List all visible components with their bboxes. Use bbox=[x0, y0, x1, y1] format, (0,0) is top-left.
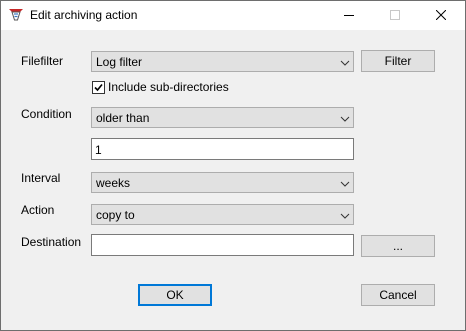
window-title: Edit archiving action bbox=[30, 8, 138, 22]
maximize-icon bbox=[390, 9, 400, 23]
chevron-down-icon bbox=[340, 113, 350, 123]
destination-input[interactable] bbox=[91, 234, 354, 256]
browse-destination-button[interactable]: ... bbox=[361, 235, 435, 257]
chevron-down-icon bbox=[340, 210, 350, 220]
checkmark-icon bbox=[94, 83, 103, 92]
title-bar[interactable]: Edit archiving action bbox=[1, 1, 465, 30]
interval-label: Interval bbox=[21, 171, 61, 185]
close-button[interactable] bbox=[418, 1, 464, 30]
minimize-icon bbox=[344, 9, 354, 23]
archive-app-icon bbox=[8, 7, 24, 23]
edit-archiving-action-dialog: Edit archiving action Filefilter Log fil… bbox=[0, 0, 466, 331]
chevron-down-icon bbox=[340, 57, 350, 67]
condition-amount-value: 1 bbox=[95, 143, 102, 157]
include-subdirectories-label[interactable]: Include sub-directories bbox=[108, 80, 229, 94]
condition-amount-input[interactable]: 1 bbox=[91, 138, 354, 160]
filefilter-select[interactable]: Log filter bbox=[91, 51, 354, 72]
filter-button[interactable]: Filter bbox=[361, 50, 435, 72]
interval-select[interactable]: weeks bbox=[91, 172, 354, 193]
condition-select-value: older than bbox=[96, 111, 150, 125]
filefilter-label: Filefilter bbox=[21, 54, 64, 68]
filefilter-select-value: Log filter bbox=[96, 55, 143, 69]
chevron-down-icon bbox=[340, 178, 350, 188]
action-label: Action bbox=[21, 203, 55, 217]
minimize-button[interactable] bbox=[326, 1, 372, 30]
ok-button[interactable]: OK bbox=[138, 284, 212, 306]
close-icon bbox=[435, 9, 447, 23]
include-subdirectories-checkbox[interactable] bbox=[92, 81, 105, 94]
action-select[interactable]: copy to bbox=[91, 204, 354, 225]
cancel-button[interactable]: Cancel bbox=[361, 284, 435, 306]
maximize-button[interactable] bbox=[372, 1, 418, 30]
condition-label: Condition bbox=[21, 107, 72, 121]
interval-select-value: weeks bbox=[96, 176, 131, 190]
action-select-value: copy to bbox=[96, 208, 135, 222]
destination-label: Destination bbox=[21, 235, 82, 249]
condition-select[interactable]: older than bbox=[91, 107, 354, 128]
